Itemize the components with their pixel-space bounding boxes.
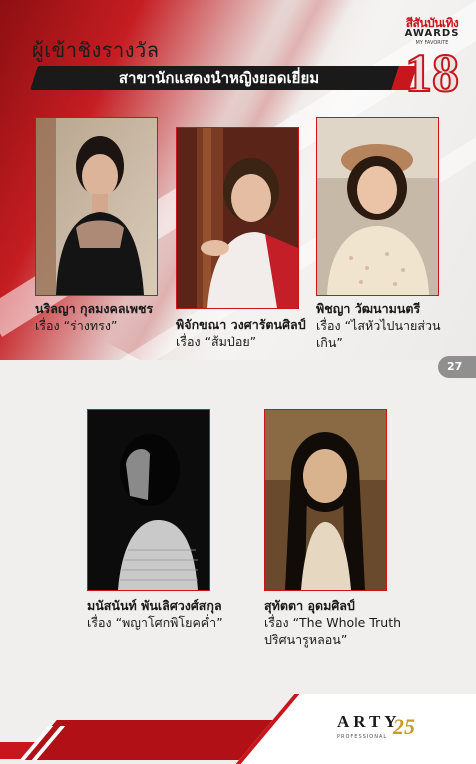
nominee-film: เรื่อง “The Whole Truth	[264, 615, 402, 630]
nominee-photo	[87, 409, 210, 591]
nominee-name: มนัสนันท์ พันเลิศวงศ์สกุล	[87, 598, 222, 613]
nominee-name: พิชญา วัฒนามนตรี	[316, 301, 421, 316]
nominee-photo	[316, 117, 439, 296]
nominee-film-line2: ปริศนารูหลอน”	[264, 632, 348, 647]
nominee-name: พิจักขณา วงศารัตนศิลป์	[176, 317, 306, 332]
awards-logo: สีสันบันเทิง AWARDS MY FAVORITE 18	[402, 14, 462, 104]
nominee-film: เรื่อง “ไสหัวไปนายส่วนเกิน”	[316, 318, 441, 350]
arty-logo-word: ARTY	[337, 712, 401, 731]
nominee-photo	[176, 127, 299, 309]
logo-edition-number: 18	[404, 42, 460, 104]
category-title: สาขานักแสดงนำหญิงยอดเยี่ยม	[118, 69, 320, 87]
logo-awards: AWARDS	[404, 28, 460, 39]
arty-logo-sub: PROFESSIONAL	[337, 734, 388, 740]
nominee-name: สุทัตตา อุดมศิลป์	[264, 598, 355, 613]
nominee-caption: สุทัตตา อุดมศิลป์ เรื่อง “The Whole Trut…	[264, 597, 434, 648]
nominee-name: นริลญา กุลมงคลเพชร	[35, 301, 154, 316]
nominee-caption: นริลญา กุลมงคลเพชร เรื่อง “ร่างทรง”	[35, 300, 165, 334]
page-number-badge: 27	[438, 356, 476, 378]
arty-logo-years: 25	[393, 714, 415, 739]
nominee-photo	[264, 409, 387, 591]
nominee-film: เรื่อง “ส้มป่อย”	[176, 334, 257, 349]
nominee-caption: พิจักขณา วงศารัตนศิลป์ เรื่อง “ส้มป่อย”	[176, 316, 326, 350]
arty-logo: ARTY PROFESSIONAL 25	[337, 712, 427, 752]
nominee-caption: พิชญา วัฒนามนตรี เรื่อง “ไสหัวไปนายส่วนเ…	[316, 300, 466, 351]
nominee-heading: ผู้เข้าชิงรางวัล	[32, 38, 160, 62]
nominee-film: เรื่อง “พญาโศกพิโยคค่ำ”	[87, 615, 223, 630]
nominee-caption: มนัสนันท์ พันเลิศวงศ์สกุล เรื่อง “พญาโศก…	[87, 597, 247, 631]
nominee-film: เรื่อง “ร่างทรง”	[35, 318, 118, 333]
nominee-photo	[35, 117, 158, 296]
